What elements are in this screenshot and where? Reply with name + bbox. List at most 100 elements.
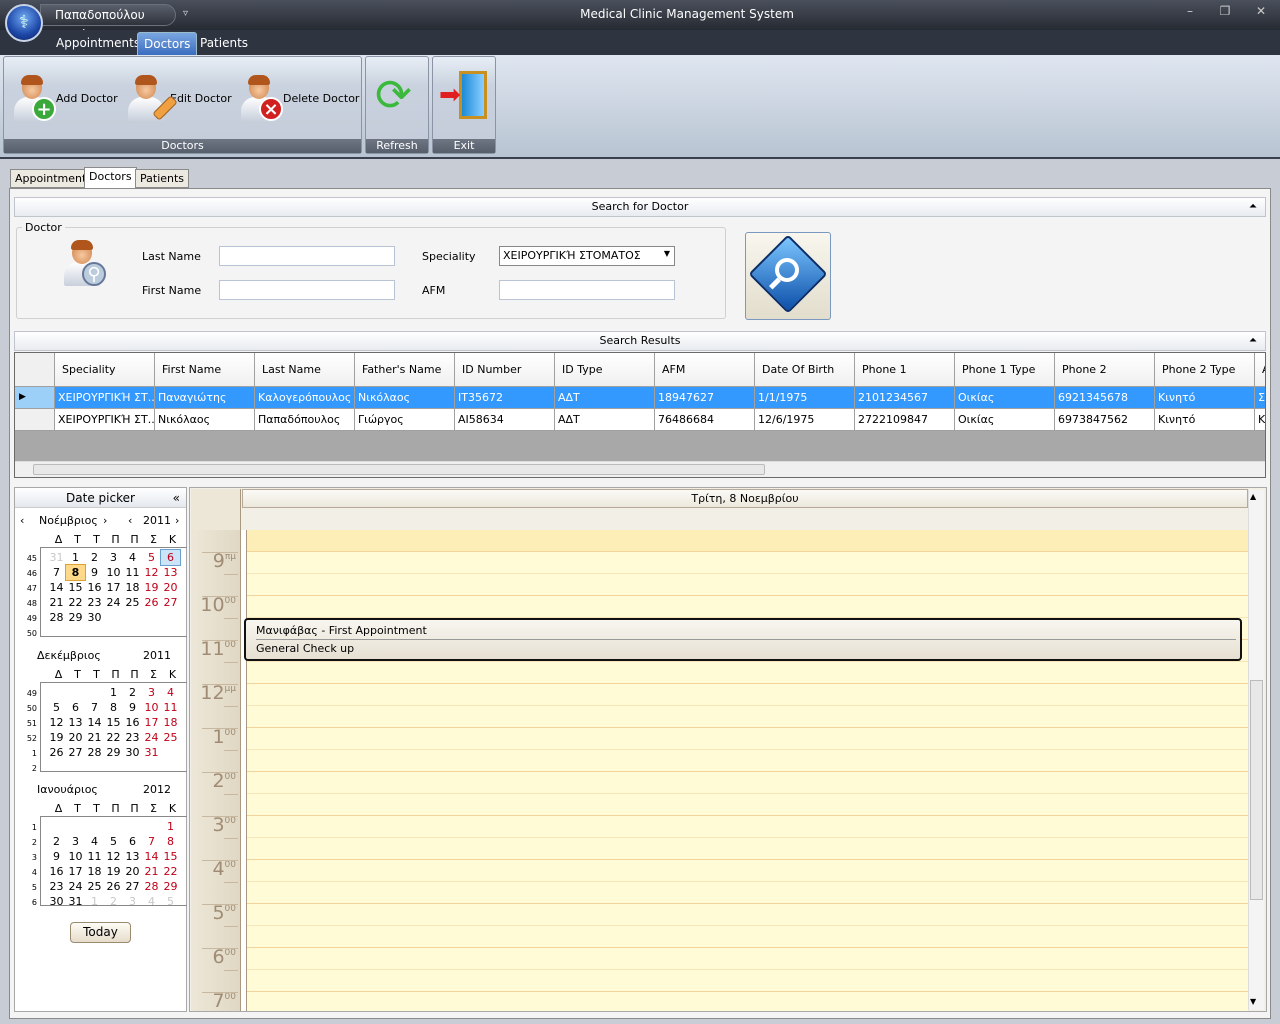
day-header[interactable]: Τρίτη, 8 Νοεμβρίου: [242, 489, 1248, 508]
day-cell[interactable]: 6: [123, 834, 142, 849]
add-doctor-button[interactable]: + Add Doctor: [12, 73, 118, 123]
day-cell[interactable]: 5: [161, 894, 180, 909]
day-cell[interactable]: 12: [104, 849, 123, 864]
day-cell[interactable]: 14: [142, 849, 161, 864]
column-header[interactable]: Speciality: [55, 353, 155, 387]
day-cell[interactable]: 30: [47, 894, 66, 909]
day-cell[interactable]: 3: [123, 894, 142, 909]
day-cell[interactable]: 22: [161, 864, 180, 879]
search-button[interactable]: [745, 232, 831, 320]
day-cell[interactable]: 1: [66, 550, 85, 565]
column-header[interactable]: Phone 1 Type: [955, 353, 1055, 387]
day-cell[interactable]: 24: [142, 730, 161, 745]
horizontal-scrollbar[interactable]: [15, 461, 1265, 477]
row-selector[interactable]: ▶: [15, 387, 55, 409]
day-cell[interactable]: 21: [47, 595, 66, 610]
day-cell[interactable]: 23: [123, 730, 142, 745]
delete-doctor-button[interactable]: × Delete Doctor: [239, 73, 359, 123]
time-slot[interactable]: [247, 530, 1248, 552]
day-cell[interactable]: 22: [104, 730, 123, 745]
time-slot[interactable]: [247, 904, 1248, 926]
time-slot[interactable]: [247, 948, 1248, 970]
day-cell[interactable]: 22: [66, 595, 85, 610]
day-cell[interactable]: 2: [104, 894, 123, 909]
day-cell[interactable]: 20: [161, 580, 180, 595]
day-cell[interactable]: 16: [47, 864, 66, 879]
day-cell[interactable]: 19: [47, 730, 66, 745]
scroll-down-icon[interactable]: ▼: [1250, 997, 1256, 1006]
day-cell[interactable]: 4: [142, 894, 161, 909]
collapse-icon[interactable]: ⏶: [1249, 332, 1257, 350]
day-cell[interactable]: 6: [160, 549, 181, 566]
day-cell[interactable]: 10: [142, 700, 161, 715]
day-cell[interactable]: 20: [66, 730, 85, 745]
time-slot[interactable]: [247, 684, 1248, 706]
app-orb-caduceus-icon[interactable]: ⚕: [5, 4, 43, 42]
refresh-button[interactable]: ⟳ Refresh: [365, 56, 429, 154]
day-cell[interactable]: 29: [66, 610, 85, 625]
day-cell[interactable]: 19: [142, 580, 161, 595]
time-slot[interactable]: [247, 552, 1248, 574]
day-cell[interactable]: 14: [85, 715, 104, 730]
minimize-button[interactable]: –: [1178, 4, 1202, 18]
day-cell[interactable]: 26: [47, 745, 66, 760]
day-cell[interactable]: 3: [66, 834, 85, 849]
day-cell[interactable]: 8: [161, 834, 180, 849]
day-cell[interactable]: 23: [47, 879, 66, 894]
collapse-left-icon[interactable]: «: [173, 488, 180, 508]
time-slot[interactable]: [247, 706, 1248, 728]
day-cell[interactable]: 29: [161, 879, 180, 894]
day-cell[interactable]: 28: [142, 879, 161, 894]
column-header[interactable]: A: [1255, 353, 1265, 387]
day-cell[interactable]: 8: [65, 564, 86, 581]
column-header[interactable]: Date Of Birth: [755, 353, 855, 387]
day-cell[interactable]: 30: [85, 610, 104, 625]
restore-button[interactable]: ❐: [1213, 4, 1237, 18]
day-cell[interactable]: 5: [47, 700, 66, 715]
day-cell[interactable]: 5: [142, 550, 161, 565]
day-cell[interactable]: 13: [123, 849, 142, 864]
first-name-input[interactable]: [219, 280, 395, 300]
last-name-input[interactable]: [219, 246, 395, 266]
day-cell[interactable]: 18: [161, 715, 180, 730]
time-slot[interactable]: [247, 662, 1248, 684]
day-cell[interactable]: 28: [85, 745, 104, 760]
day-cell[interactable]: 14: [47, 580, 66, 595]
day-cell[interactable]: 31: [47, 550, 66, 565]
day-cell[interactable]: 7: [142, 834, 161, 849]
time-slot[interactable]: [247, 728, 1248, 750]
day-cell[interactable]: 29: [104, 745, 123, 760]
day-cell[interactable]: 3: [142, 685, 161, 700]
results-section-header[interactable]: Search Results ⏶: [14, 331, 1266, 351]
day-cell[interactable]: 27: [161, 595, 180, 610]
tab-patients[interactable]: Patients: [135, 169, 190, 188]
time-slot[interactable]: [247, 772, 1248, 794]
day-cell[interactable]: 2: [85, 550, 104, 565]
time-slot[interactable]: [247, 882, 1248, 904]
row-selector[interactable]: [15, 409, 55, 431]
day-cell[interactable]: 25: [161, 730, 180, 745]
day-cell[interactable]: 3: [104, 550, 123, 565]
time-slot[interactable]: [247, 794, 1248, 816]
column-header[interactable]: ID Type: [555, 353, 655, 387]
day-cell[interactable]: 11: [161, 700, 180, 715]
day-cell[interactable]: 27: [123, 879, 142, 894]
day-cell[interactable]: 16: [85, 580, 104, 595]
day-cell[interactable]: 26: [142, 595, 161, 610]
column-header[interactable]: Phone 2: [1055, 353, 1155, 387]
day-cell[interactable]: 18: [85, 864, 104, 879]
today-button[interactable]: Today: [70, 922, 131, 943]
scroll-thumb[interactable]: [1250, 680, 1263, 900]
table-row[interactable]: ▶ ΧΕΙΡΟΥΡΓΙΚΉ ΣΤ... Παναγιώτης Καλογερόπουλ…: [15, 387, 1265, 409]
month-name[interactable]: Νοέμβριος: [39, 514, 98, 527]
scroll-up-icon[interactable]: ▲: [1250, 492, 1256, 501]
day-cell[interactable]: 16: [123, 715, 142, 730]
day-cell[interactable]: 1: [161, 819, 180, 834]
day-cell[interactable]: 7: [85, 700, 104, 715]
day-cell[interactable]: 9: [123, 700, 142, 715]
day-cell[interactable]: 25: [123, 595, 142, 610]
search-section-header[interactable]: Search for Doctor ⏶: [14, 197, 1266, 217]
vertical-scrollbar[interactable]: ▲ ▼: [1248, 490, 1264, 1010]
day-cell[interactable]: 21: [142, 864, 161, 879]
time-slot[interactable]: [247, 596, 1248, 618]
